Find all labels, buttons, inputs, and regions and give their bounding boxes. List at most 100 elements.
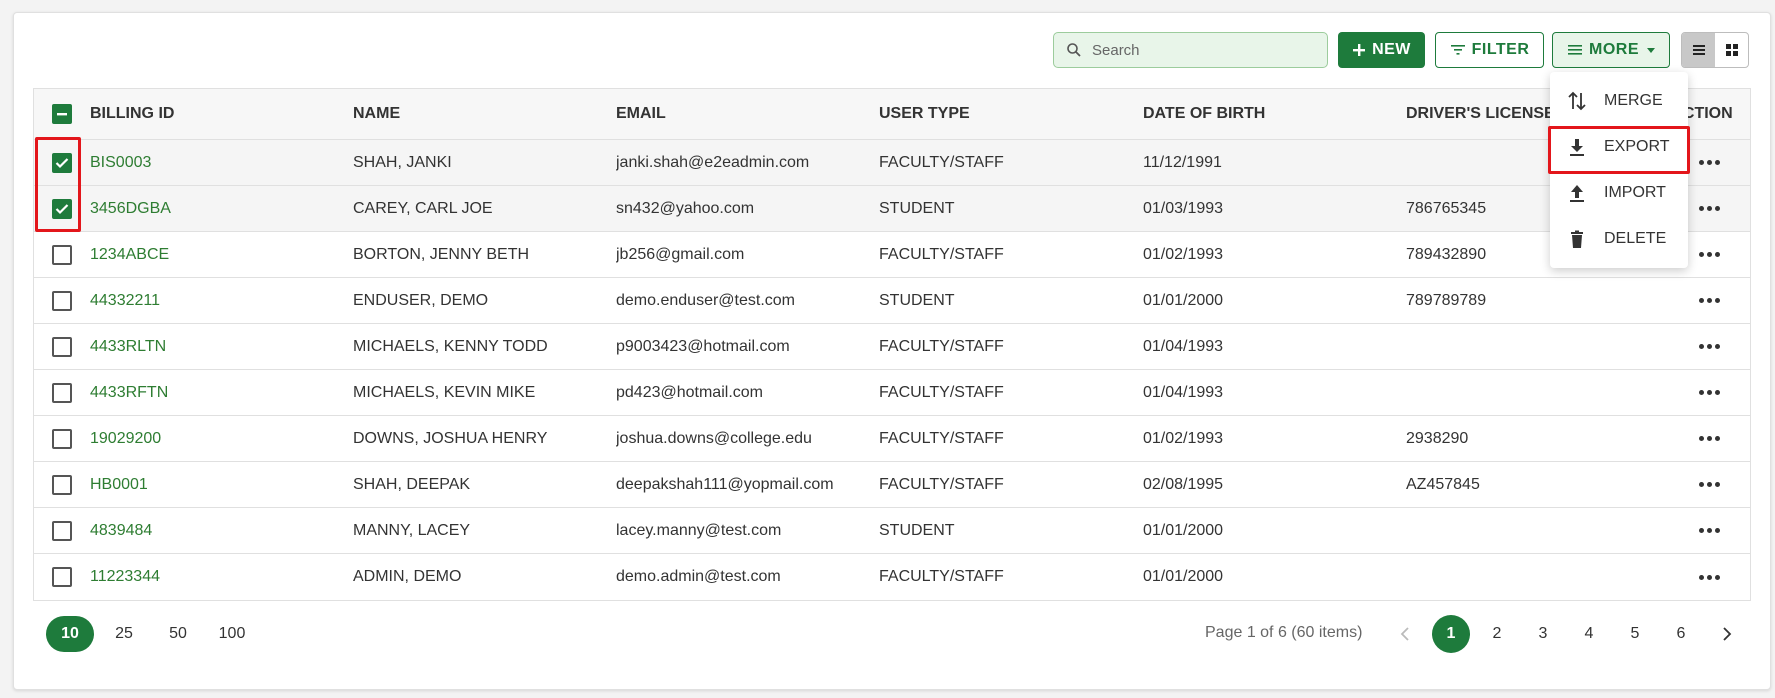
table-row[interactable]: 4433RFTN MICHAELS, KEVIN MIKE pd423@hotm… (34, 370, 1750, 416)
prev-page-button[interactable] (1382, 616, 1428, 652)
name-cell: MICHAELS, KENNY TODD (353, 337, 548, 355)
dob-cell: 01/04/1993 (1143, 383, 1224, 401)
list-view-icon (1692, 45, 1705, 55)
drivers-license-cell: AZ457845 (1406, 475, 1480, 493)
row-checkbox[interactable] (52, 152, 72, 173)
billing-id-link[interactable]: 4433RFTN (90, 384, 353, 402)
header-dob[interactable]: DATE OF BIRTH (1143, 105, 1406, 123)
page-button[interactable]: 1 (1428, 615, 1474, 653)
menu-item-merge[interactable]: MERGE (1550, 78, 1688, 124)
indeterminate-icon (57, 113, 67, 116)
new-button[interactable]: NEW (1338, 32, 1425, 68)
page-button[interactable]: 2 (1474, 616, 1520, 652)
billing-id-link[interactable]: 11223344 (90, 568, 353, 586)
chevron-right-icon (1723, 627, 1732, 641)
row-checkbox[interactable] (52, 428, 72, 449)
row-checkbox[interactable] (52, 244, 72, 265)
page-button[interactable]: 5 (1612, 616, 1658, 652)
name-cell: BORTON, JENNY BETH (353, 245, 530, 263)
page-size-option[interactable]: 25 (100, 616, 148, 652)
row-checkbox[interactable] (52, 520, 72, 541)
billing-id-link[interactable]: BIS0003 (90, 154, 353, 172)
user-type-cell: FACULTY/STAFF (879, 568, 1004, 585)
dob-cell: 02/08/1995 (1143, 475, 1224, 493)
page-info: Page 1 of 6 (60 items) (1205, 624, 1363, 641)
page-button[interactable]: 6 (1658, 616, 1704, 652)
dob-cell: 01/04/1993 (1143, 337, 1224, 355)
next-page-button[interactable] (1704, 616, 1750, 652)
more-actions-icon[interactable] (1698, 436, 1720, 441)
menu-item-import[interactable]: IMPORT (1550, 170, 1688, 216)
list-view-button[interactable] (1682, 33, 1715, 67)
table-row[interactable]: 11223344 ADMIN, DEMO demo.admin@test.com… (34, 554, 1750, 600)
header-email[interactable]: EMAIL (616, 105, 879, 123)
header-billing-id[interactable]: BILLING ID (90, 105, 353, 123)
download-icon (1570, 139, 1584, 156)
header-user-type[interactable]: USER TYPE (879, 105, 1143, 123)
row-checkbox[interactable] (52, 567, 72, 587)
row-checkbox[interactable] (52, 290, 72, 311)
email-cell: demo.admin@test.com (616, 568, 781, 585)
page-button[interactable]: 4 (1566, 616, 1612, 652)
more-actions-icon[interactable] (1698, 482, 1720, 487)
billing-id-link[interactable]: 44332211 (90, 292, 353, 310)
filter-button[interactable]: FILTER (1435, 32, 1544, 68)
more-dropdown-menu: MERGE EXPORT IMPORT DELETE (1550, 72, 1688, 268)
row-checkbox[interactable] (52, 336, 72, 357)
row-checkbox[interactable] (52, 382, 72, 403)
email-cell: sn432@yahoo.com (616, 199, 755, 217)
table-row[interactable]: 4433RLTN MICHAELS, KENNY TODD p9003423@h… (34, 324, 1750, 370)
email-cell: janki.shah@e2eadmin.com (616, 153, 810, 171)
row-checkbox[interactable] (52, 474, 72, 495)
table-row[interactable]: 19029200 DOWNS, JOSHUA HENRY joshua.down… (34, 416, 1750, 462)
table-row[interactable]: 3456DGBA CAREY, CARL JOE sn432@yahoo.com… (34, 186, 1750, 232)
new-button-label: NEW (1372, 41, 1411, 58)
more-actions-icon[interactable] (1698, 344, 1720, 349)
name-cell: SHAH, JANKI (353, 153, 452, 171)
billing-id-link[interactable]: 4839484 (90, 522, 353, 540)
menu-item-delete[interactable]: DELETE (1550, 216, 1688, 262)
name-cell: SHAH, DEEPAK (353, 475, 471, 493)
billing-id-link[interactable]: 4433RLTN (90, 338, 353, 356)
email-cell: jb256@gmail.com (616, 245, 745, 263)
table-row[interactable]: 4839484 MANNY, LACEY lacey.manny@test.co… (34, 508, 1750, 554)
search-box[interactable] (1053, 32, 1328, 68)
more-actions-icon[interactable] (1698, 160, 1720, 165)
more-actions-icon[interactable] (1698, 298, 1720, 303)
page-size-option[interactable]: 100 (208, 616, 256, 652)
user-type-cell: STUDENT (879, 291, 955, 309)
header-name[interactable]: NAME (353, 105, 616, 123)
check-icon (55, 157, 69, 168)
more-actions-icon[interactable] (1698, 390, 1720, 395)
page-size-option[interactable]: 10 (46, 616, 94, 652)
more-actions-icon[interactable] (1698, 206, 1720, 211)
view-toggle (1681, 32, 1749, 68)
billing-id-link[interactable]: 1234ABCE (90, 246, 353, 264)
name-cell: CAREY, CARL JOE (353, 199, 493, 217)
table-row[interactable]: 1234ABCE BORTON, JENNY BETH jb256@gmail.… (34, 232, 1750, 278)
user-type-cell: STUDENT (879, 199, 955, 217)
table-header: BILLING ID NAME EMAIL USER TYPE DATE OF … (34, 89, 1750, 140)
table-row[interactable]: 44332211 ENDUSER, DEMO demo.enduser@test… (34, 278, 1750, 324)
more-button-label: MORE (1589, 41, 1639, 58)
table-row[interactable]: BIS0003 SHAH, JANKI janki.shah@e2eadmin.… (34, 140, 1750, 186)
more-actions-icon[interactable] (1698, 528, 1720, 533)
drivers-license-cell: 2938290 (1406, 429, 1469, 447)
name-cell: DOWNS, JOSHUA HENRY (353, 429, 548, 447)
billing-id-link[interactable]: 19029200 (90, 430, 353, 448)
billing-id-link[interactable]: 3456DGBA (90, 200, 353, 218)
more-button[interactable]: MORE (1552, 32, 1670, 68)
menu-item-export[interactable]: EXPORT (1550, 124, 1688, 170)
table-row[interactable]: HB0001 SHAH, DEEPAK deepakshah111@yopmai… (34, 462, 1750, 508)
grid-view-button[interactable] (1715, 33, 1748, 67)
page-size-option[interactable]: 50 (154, 616, 202, 652)
page-button[interactable]: 3 (1520, 616, 1566, 652)
billing-id-link[interactable]: HB0001 (90, 476, 353, 494)
user-type-cell: FACULTY/STAFF (879, 383, 1004, 401)
filter-button-label: FILTER (1471, 41, 1530, 58)
select-all-checkbox[interactable] (52, 104, 72, 124)
more-actions-icon[interactable] (1698, 574, 1720, 580)
search-input[interactable] (1092, 41, 1312, 59)
more-actions-icon[interactable] (1698, 252, 1720, 257)
row-checkbox[interactable] (52, 198, 72, 219)
